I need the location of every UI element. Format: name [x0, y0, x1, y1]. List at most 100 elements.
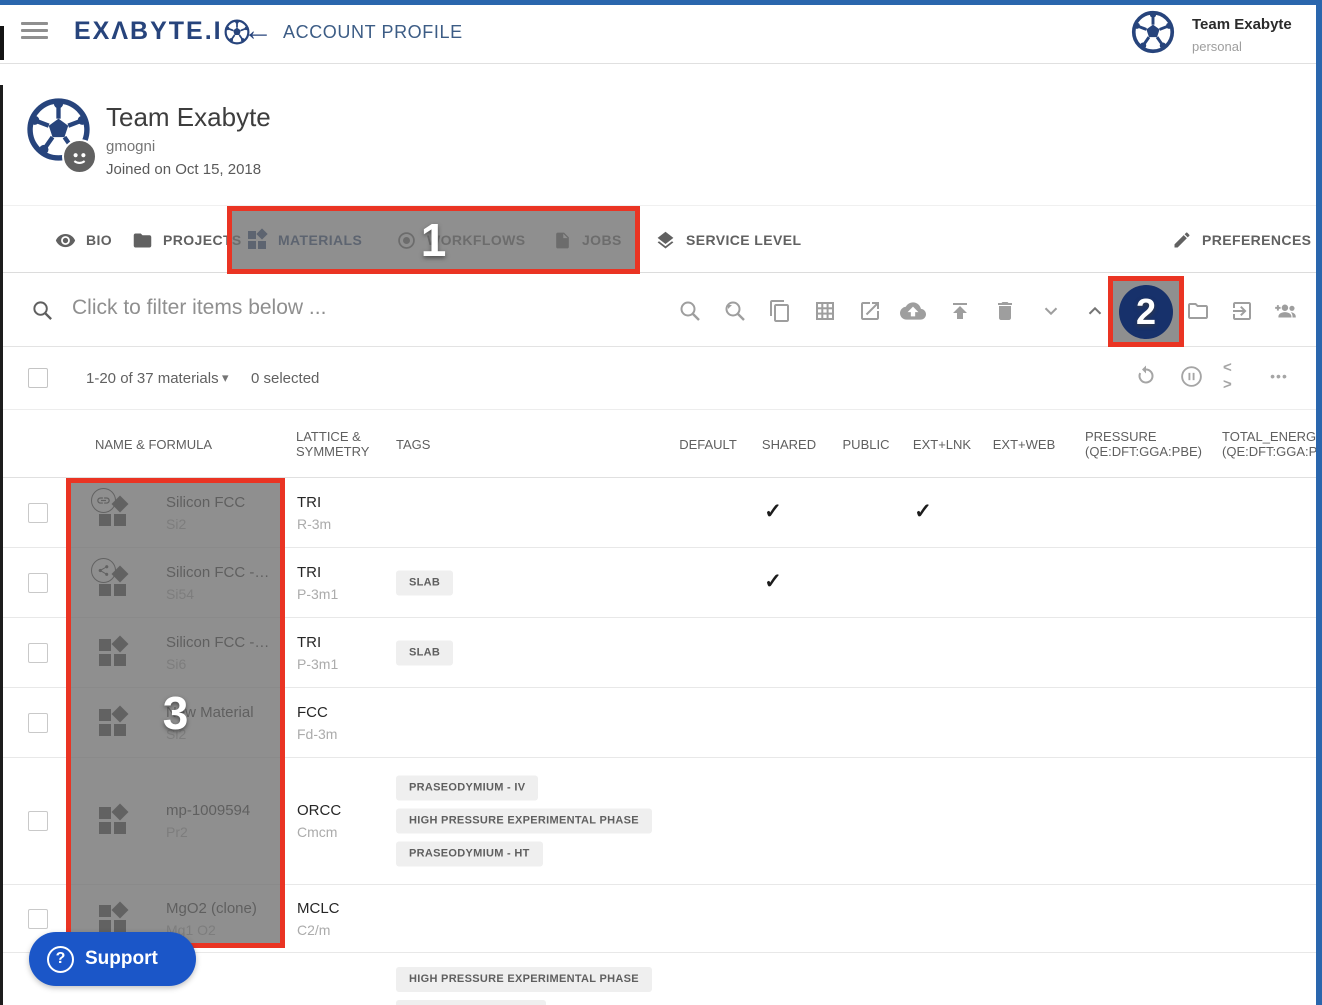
- annotation-number-1: 1: [421, 213, 447, 267]
- tab-preferences-label: PREFERENCES: [1202, 232, 1311, 248]
- open-in-new-icon[interactable]: [857, 298, 883, 324]
- tab-preferences[interactable]: PREFERENCES: [1172, 206, 1311, 274]
- col-lattice-symmetry[interactable]: LATTICE & SYMMETRY: [296, 410, 372, 478]
- account-profile-page: EXΛBYTE.I ← ACCOUNT PROFILE Team Exabyte…: [0, 0, 1322, 1005]
- grid-view-icon[interactable]: [812, 298, 838, 324]
- col-ext-web[interactable]: EXT+WEB: [981, 410, 1067, 478]
- profile-name: Team Exabyte: [106, 102, 271, 133]
- annotation-box-2: 2: [1108, 276, 1184, 347]
- check-icon: ✓: [733, 499, 813, 524]
- symmetry-group: C2/m: [297, 922, 340, 938]
- search-again-icon[interactable]: [722, 298, 748, 324]
- tag-chip-partial: [396, 1000, 546, 1005]
- tag-chip: PRASEODYMIUM - IV: [396, 776, 538, 801]
- annotation-number-2: 2: [1136, 291, 1156, 333]
- row-checkbox[interactable]: [28, 811, 48, 831]
- selected-count: 0 selected: [251, 370, 319, 387]
- layers-icon: [655, 230, 676, 251]
- col-name-formula[interactable]: NAME & FORMULA: [95, 410, 212, 478]
- lattice-type: TRI: [297, 494, 331, 511]
- tag-chip: SLAB: [396, 640, 453, 665]
- support-label: Support: [85, 948, 158, 970]
- annotation-box-3: 3: [66, 478, 285, 948]
- row-checkbox[interactable]: [28, 713, 48, 733]
- folder-icon: [132, 230, 153, 251]
- check-icon: ✓: [883, 499, 963, 524]
- page-title: ACCOUNT PROFILE: [283, 22, 463, 43]
- annotation-box-1: 1: [227, 206, 640, 274]
- chevron-up-icon[interactable]: [1082, 298, 1108, 324]
- tab-service-level[interactable]: SERVICE LEVEL: [655, 206, 801, 274]
- col-tags[interactable]: TAGS: [396, 410, 430, 478]
- symmetry-group: Cmcm: [297, 824, 341, 840]
- row-checkbox[interactable]: [28, 503, 48, 523]
- window-accent-top: [0, 0, 1322, 5]
- pause-icon[interactable]: [1178, 363, 1204, 389]
- filter-input[interactable]: Click to filter items below ...: [72, 296, 632, 320]
- row-checkbox[interactable]: [28, 573, 48, 593]
- list-controls-bar: 1-20 of 37 materials ▾ 0 selected < > ••…: [0, 347, 1322, 410]
- tag-chip: SLAB: [396, 570, 453, 595]
- exabyte-logo[interactable]: EXΛBYTE.I: [74, 17, 250, 46]
- count-dropdown-caret-icon[interactable]: ▾: [222, 370, 229, 386]
- col-public[interactable]: PUBLIC: [829, 410, 903, 478]
- col-total-energy[interactable]: TOTAL_ENERGY (QE:DFT:GGA:PBE): [1222, 410, 1322, 478]
- table-row[interactable]: HIGH PRESSURE EXPERIMENTAL PHASE: [0, 953, 1322, 1005]
- symmetry-group: P-3m1: [297, 586, 338, 602]
- more-options-icon[interactable]: •••: [1266, 363, 1292, 389]
- chevron-down-icon[interactable]: [1038, 298, 1064, 324]
- col-pressure[interactable]: PRESSURE (QE:DFT:GGA:PBE): [1085, 410, 1210, 478]
- symmetry-group: P-3m1: [297, 656, 338, 672]
- tab-bio[interactable]: BIO: [55, 206, 112, 274]
- row-checkbox[interactable]: [28, 909, 48, 929]
- cloud-upload-icon[interactable]: [900, 298, 926, 324]
- folder-move-icon[interactable]: [1185, 298, 1211, 324]
- table-header: NAME & FORMULA LATTICE & SYMMETRY TAGS D…: [0, 410, 1322, 478]
- lattice-type: FCC: [297, 704, 337, 721]
- search-action-icon[interactable]: [677, 298, 703, 324]
- background-window-sliver: [0, 26, 4, 60]
- tag-chip: PRASEODYMIUM - HT: [396, 842, 543, 867]
- exit-to-app-icon[interactable]: [1229, 298, 1255, 324]
- annotation-circle: 2: [1119, 285, 1173, 339]
- tag-chip: HIGH PRESSURE EXPERIMENTAL PHASE: [396, 809, 652, 834]
- group-add-icon[interactable]: [1273, 298, 1299, 324]
- support-button[interactable]: ? Support: [29, 932, 196, 986]
- code-icon[interactable]: < >: [1223, 363, 1249, 389]
- back-arrow-icon[interactable]: ←: [243, 14, 273, 48]
- background-window-sliver: [0, 85, 3, 1005]
- row-checkbox[interactable]: [28, 643, 48, 663]
- account-avatar[interactable]: [1131, 10, 1175, 54]
- col-shared[interactable]: SHARED: [749, 410, 829, 478]
- profile-tab-bar: BIO PROJECTS MATERIALS WORKFLOWS JOBS SE…: [0, 205, 1322, 273]
- account-type: personal: [1192, 39, 1242, 54]
- col-ext-lnk[interactable]: EXT+LNK: [903, 410, 981, 478]
- symmetry-group: R-3m: [297, 516, 331, 532]
- window-accent-right: [1316, 0, 1322, 1005]
- select-all-checkbox[interactable]: [28, 368, 48, 388]
- user-face-badge-icon: [62, 139, 97, 174]
- question-icon: ?: [47, 946, 74, 973]
- col-default[interactable]: DEFAULT: [668, 410, 748, 478]
- logo-text: EXΛBYTE.I: [74, 17, 223, 46]
- pencil-icon: [1172, 230, 1192, 250]
- tag-chip: HIGH PRESSURE EXPERIMENTAL PHASE: [396, 967, 652, 992]
- lattice-type: TRI: [297, 634, 338, 651]
- tab-bio-label: BIO: [86, 232, 112, 248]
- tab-projects[interactable]: PROJECTS: [132, 206, 242, 274]
- search-icon: [31, 299, 54, 322]
- refresh-icon[interactable]: [1133, 363, 1159, 389]
- delete-icon[interactable]: [992, 298, 1018, 324]
- check-icon: ✓: [733, 569, 813, 594]
- tab-service-level-label: SERVICE LEVEL: [686, 232, 801, 248]
- publish-icon[interactable]: [947, 298, 973, 324]
- menu-icon[interactable]: [21, 22, 48, 42]
- profile-username: gmogni: [106, 138, 155, 155]
- eye-icon: [55, 230, 76, 251]
- account-name: Team Exabyte: [1192, 16, 1292, 33]
- items-count: 1-20 of 37 materials: [86, 370, 219, 387]
- copy-icon[interactable]: [767, 298, 793, 324]
- app-header: EXΛBYTE.I ← ACCOUNT PROFILE Team Exabyte…: [0, 0, 1322, 64]
- lattice-type: TRI: [297, 564, 338, 581]
- symmetry-group: Fd-3m: [297, 726, 337, 742]
